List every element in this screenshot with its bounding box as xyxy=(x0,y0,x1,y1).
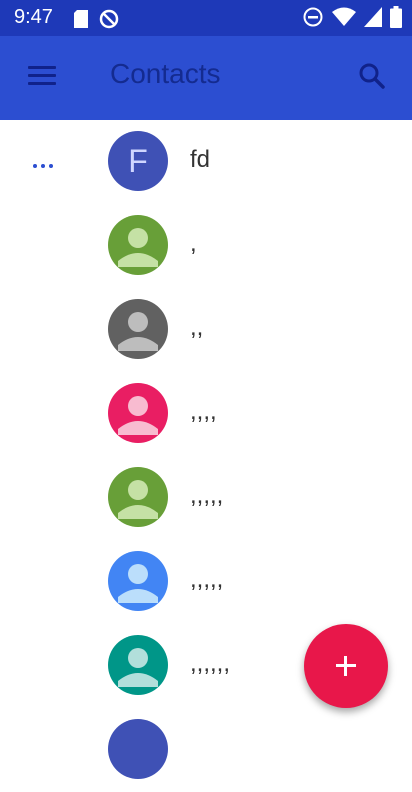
hamburger-menu-icon xyxy=(28,66,56,69)
avatar xyxy=(108,215,168,275)
contact-name: ,,,, xyxy=(190,398,217,425)
list-item[interactable]: F fd xyxy=(0,120,412,204)
status-left-icons xyxy=(74,8,120,30)
contact-name: fd xyxy=(190,146,211,173)
avatar-letter: F xyxy=(128,143,148,179)
list-item[interactable]: ,,,, xyxy=(0,372,412,456)
avatar: F xyxy=(108,131,168,191)
add-contact-button[interactable] xyxy=(304,624,388,708)
person-icon xyxy=(118,564,158,603)
person-icon xyxy=(118,312,158,351)
app-bar: Contacts xyxy=(0,36,412,120)
avatar xyxy=(108,635,168,695)
status-right-icons xyxy=(302,6,402,28)
list-item[interactable] xyxy=(0,708,412,792)
contact-name: ,, xyxy=(190,314,204,341)
avatar xyxy=(108,383,168,443)
search-icon xyxy=(359,63,385,89)
page-title: Contacts xyxy=(110,58,221,89)
avatar xyxy=(108,551,168,611)
contact-name: , xyxy=(190,230,197,257)
wifi-icon xyxy=(332,7,356,26)
avatar xyxy=(108,467,168,527)
cell-signal-icon xyxy=(364,7,382,27)
sd-card-icon xyxy=(74,10,88,28)
list-item[interactable]: ,,,,, xyxy=(0,540,412,624)
status-bar: 9:47 xyxy=(0,0,412,36)
person-icon xyxy=(118,228,158,267)
status-time: 9:47 xyxy=(14,6,53,28)
contact-name: ,,,,, xyxy=(190,566,224,593)
contact-name: ,,,,,, xyxy=(190,650,231,677)
list-item[interactable]: , xyxy=(0,204,412,288)
person-icon xyxy=(118,648,158,687)
person-icon xyxy=(118,396,158,435)
avatar xyxy=(108,299,168,359)
person-icon xyxy=(118,480,158,519)
battery-icon xyxy=(390,6,402,28)
menu-button[interactable] xyxy=(24,58,60,94)
do-not-disturb-icon xyxy=(303,7,323,27)
contact-name: ,,,,, xyxy=(190,482,224,509)
search-button[interactable] xyxy=(352,56,392,96)
sync-icon xyxy=(99,9,119,29)
list-item[interactable]: ,, xyxy=(0,288,412,372)
avatar xyxy=(108,719,168,779)
list-item[interactable]: ,,,,, xyxy=(0,456,412,540)
